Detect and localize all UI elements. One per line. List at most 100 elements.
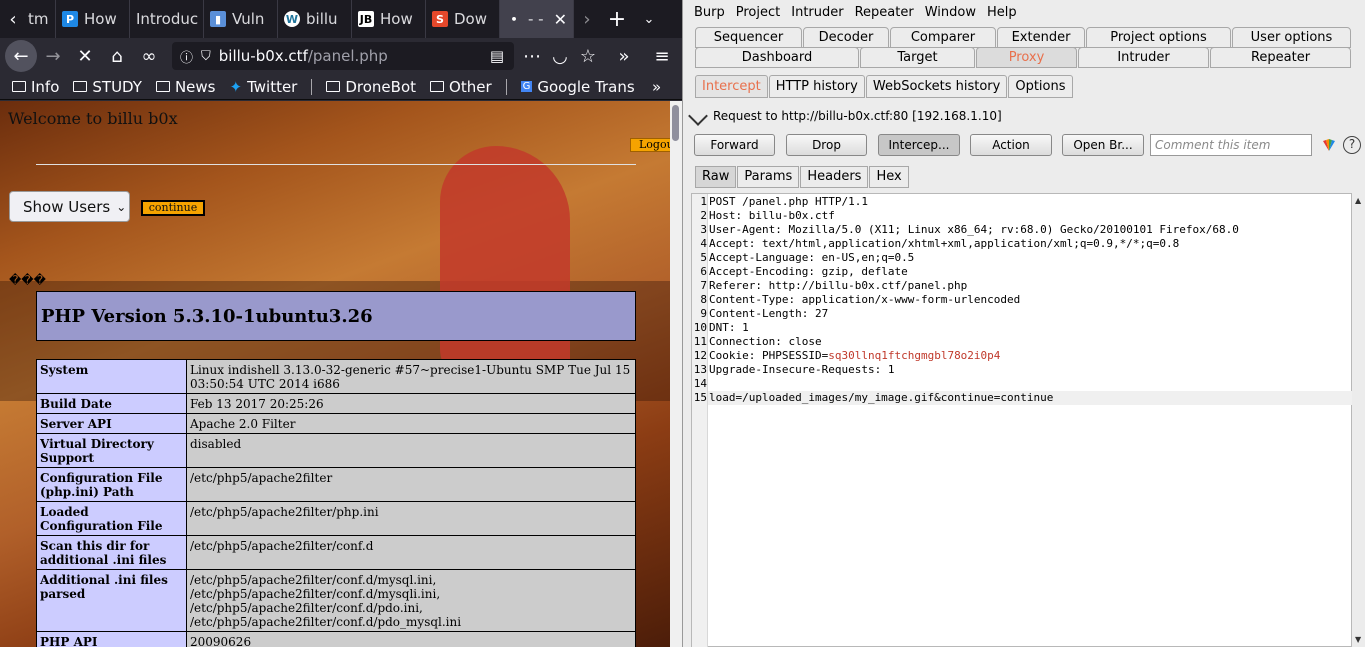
bookmark-google-translate[interactable]: G Google Trans bbox=[520, 78, 635, 96]
tab-sequencer[interactable]: Sequencer bbox=[695, 27, 802, 48]
tab-user-options[interactable]: User options bbox=[1232, 27, 1351, 48]
new-tab-icon[interactable]: + bbox=[600, 0, 634, 38]
subtab-http-history[interactable]: HTTP history bbox=[768, 75, 865, 98]
url-path: /panel.php bbox=[307, 47, 388, 65]
garbled-text: ��� bbox=[9, 273, 46, 287]
header-line: Host: billu-b0x.ctf bbox=[709, 209, 835, 222]
logout-button[interactable]: Logout bbox=[630, 138, 670, 152]
view-tab-raw[interactable]: Raw bbox=[695, 166, 737, 188]
tracking-icon[interactable]: ∞ bbox=[133, 40, 165, 72]
scrollbar-thumb[interactable] bbox=[672, 105, 679, 141]
back-icon[interactable]: ← bbox=[5, 40, 37, 72]
request-editor[interactable]: 1 POST /panel.php HTTP/1.1 2 Host: billu… bbox=[691, 193, 1353, 647]
line-number: 1 bbox=[700, 195, 707, 208]
star-icon[interactable]: ☆ bbox=[572, 40, 604, 72]
bookmark-twitter[interactable]: ✦ Twitter bbox=[230, 78, 298, 96]
view-tab-params[interactable]: Params bbox=[737, 166, 800, 188]
line-number: 14 bbox=[693, 377, 707, 390]
tab-2[interactable]: Introduc bbox=[130, 0, 204, 38]
table-row: System Linux indishell 3.13.0-32-generic … bbox=[36, 359, 636, 394]
session-id-value: sq30llnq1ftchgmgbl78o2i0p4 bbox=[828, 349, 1001, 362]
forward-icon[interactable]: → bbox=[37, 40, 69, 72]
page-scrollbar[interactable] bbox=[670, 101, 682, 647]
comment-input[interactable]: Comment this item bbox=[1150, 134, 1312, 156]
drop-button[interactable]: Drop bbox=[786, 134, 867, 156]
tab-decoder[interactable]: Decoder bbox=[803, 27, 889, 48]
highlight-color-icon[interactable] bbox=[1321, 137, 1337, 153]
tab-list-icon[interactable]: ⌄ bbox=[634, 0, 664, 38]
url-bar[interactable]: ⓘ ⛉ billu-b0x.ctf/panel.php ▤ bbox=[172, 42, 514, 70]
pencil-icon[interactable] bbox=[688, 106, 708, 126]
menu-burp[interactable]: Burp bbox=[694, 5, 725, 20]
view-tab-headers[interactable]: Headers bbox=[800, 166, 869, 188]
tab-4[interactable]: Wbillu bbox=[278, 0, 352, 38]
tab-1[interactable]: P How bbox=[56, 0, 130, 38]
open-browser-button[interactable]: Open Br... bbox=[1062, 134, 1144, 156]
tab-project-options[interactable]: Project options bbox=[1086, 27, 1231, 48]
header-line: Upgrade-Insecure-Requests: 1 bbox=[709, 363, 895, 376]
google-translate-icon: G bbox=[520, 81, 533, 92]
proxy-subtabs: Intercept HTTP history WebSockets histor… bbox=[695, 75, 1074, 98]
line-number: 8 bbox=[700, 293, 707, 306]
tab-0[interactable]: tm bbox=[26, 0, 56, 38]
menu-icon[interactable]: ≡ bbox=[646, 40, 678, 72]
phpinfo-table: PHP Version 5.3.10-1ubuntu3.26 System Lin… bbox=[36, 291, 636, 647]
tab-target[interactable]: Target bbox=[860, 47, 975, 68]
bookmarks-overflow-icon[interactable]: » bbox=[652, 78, 661, 96]
bookmark-study[interactable]: STUDY bbox=[73, 78, 142, 96]
stop-icon[interactable]: ✕ bbox=[69, 40, 101, 72]
bookmark-dronebot[interactable]: DroneBot bbox=[326, 78, 416, 96]
show-users-select[interactable]: Show Users ⌄ bbox=[9, 191, 130, 222]
bookmark-news[interactable]: News bbox=[155, 78, 216, 96]
forward-button[interactable]: Forward bbox=[694, 134, 775, 156]
tab-extender[interactable]: Extender bbox=[997, 27, 1085, 48]
intercept-toggle-button[interactable]: Intercep... bbox=[878, 134, 960, 156]
menu-window[interactable]: Window bbox=[925, 5, 976, 20]
help-icon[interactable]: ? bbox=[1343, 136, 1361, 154]
table-row: Additional .ini files parsed/etc/php5/ap… bbox=[36, 569, 636, 632]
bookmarks-bar: Info STUDY News ✦ Twitter DroneBot Other … bbox=[0, 74, 682, 100]
menu-project[interactable]: Project bbox=[736, 5, 780, 20]
reader-icon[interactable]: ▤ bbox=[490, 47, 504, 65]
bookmark-info[interactable]: Info bbox=[12, 78, 59, 96]
tab-3[interactable]: ▮ Vuln bbox=[204, 0, 278, 38]
editor-scrollbar[interactable]: ▲ ▼ bbox=[1352, 193, 1365, 647]
divider bbox=[36, 164, 636, 165]
overflow-icon[interactable]: » bbox=[608, 40, 640, 72]
tab-dashboard[interactable]: Dashboard bbox=[695, 47, 859, 68]
scroll-up-icon[interactable]: ▲ bbox=[1355, 196, 1361, 205]
shield-icon[interactable]: ⛉ bbox=[201, 49, 211, 64]
subtab-options[interactable]: Options bbox=[1008, 75, 1073, 98]
header-line: Accept: text/html,application/xhtml+xml,… bbox=[709, 237, 1180, 250]
close-tab-icon[interactable]: ✕ bbox=[554, 10, 567, 29]
tab-comparer[interactable]: Comparer bbox=[890, 27, 996, 48]
menu-intruder[interactable]: Intruder bbox=[791, 5, 843, 20]
tab-repeater[interactable]: Repeater bbox=[1210, 47, 1351, 68]
tab-proxy[interactable]: Proxy bbox=[976, 47, 1077, 68]
line-number: 2 bbox=[700, 209, 707, 222]
table-row: Configuration File (php.ini) Path/etc/ph… bbox=[36, 467, 636, 502]
home-icon[interactable]: ⌂ bbox=[101, 40, 133, 72]
action-button[interactable]: Action bbox=[970, 134, 1052, 156]
menu-help[interactable]: Help bbox=[987, 5, 1017, 20]
request-target-label: Request to http://billu-b0x.ctf:80 [192.… bbox=[713, 109, 1002, 123]
tab-scroll-left[interactable]: ‹ bbox=[0, 0, 26, 38]
tab-6[interactable]: S Dow bbox=[426, 0, 500, 38]
view-tab-hex[interactable]: Hex bbox=[869, 166, 909, 188]
subtab-intercept[interactable]: Intercept bbox=[695, 75, 768, 98]
tab-scroll-right[interactable]: › bbox=[574, 0, 600, 38]
web-page: Welcome to billu b0x Logout Show Users⌄ … bbox=[0, 101, 670, 647]
tab-5[interactable]: JB How bbox=[352, 0, 426, 38]
scroll-down-icon[interactable]: ▼ bbox=[1355, 635, 1361, 644]
tab-intruder[interactable]: Intruder bbox=[1078, 47, 1209, 68]
info-icon[interactable]: ⓘ bbox=[180, 47, 193, 66]
table-row: Build Date Feb 13 2017 20:25:26 bbox=[36, 393, 636, 414]
table-row: Virtual Directory Support disabled bbox=[36, 433, 636, 468]
subtab-websockets-history[interactable]: WebSockets history bbox=[865, 75, 1008, 98]
bookmark-other[interactable]: Other bbox=[430, 78, 492, 96]
nav-bar: ← → ✕ ⌂ ∞ ⓘ ⛉ billu-b0x.ctf/panel.php ▤ … bbox=[0, 38, 682, 74]
message-view-tabs: Raw Params Headers Hex bbox=[695, 166, 910, 188]
tab-active[interactable]: •- - Mo✕ bbox=[500, 0, 574, 38]
menu-repeater[interactable]: Repeater bbox=[855, 5, 914, 20]
continue-button[interactable]: continue bbox=[141, 200, 205, 216]
